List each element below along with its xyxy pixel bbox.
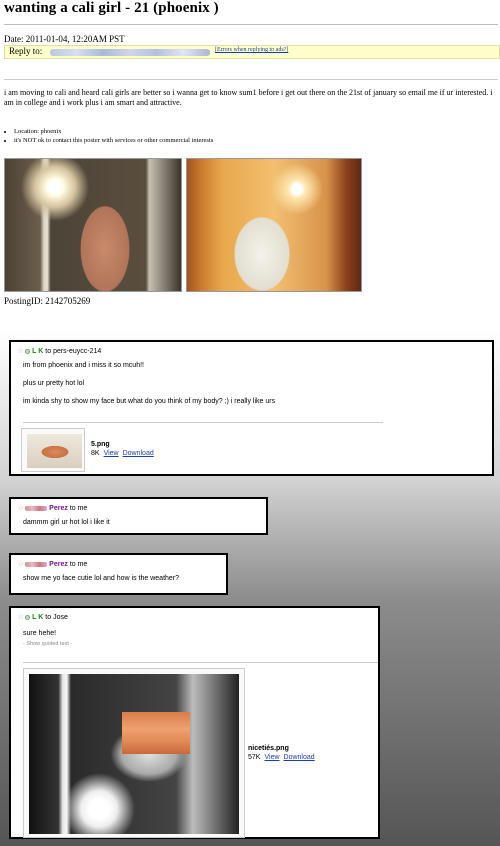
redacted-reply-email[interactable]	[50, 49, 210, 56]
email-message-4: ☆ L K to Jose sure hehe! - Show quoted te…	[9, 606, 380, 839]
attachment-image	[27, 434, 82, 468]
view-link[interactable]: View	[264, 754, 279, 761]
message-line: plus ur pretty hot lol	[23, 380, 85, 387]
download-link[interactable]: Download	[284, 754, 315, 761]
attachment-divider	[23, 422, 383, 423]
posting-title: wanting a cali girl - 21 (phoenix )	[4, 0, 219, 16]
attachment-info: nicetiés.png 57K View Download	[248, 744, 315, 762]
star-icon[interactable]: ☆	[17, 612, 24, 621]
attachment-filename: nicetiés.png	[248, 745, 289, 752]
message-line: show me yo face cutie lol and how is the…	[23, 575, 180, 582]
posting-date: Date: 2011-01-04, 12:20AM PST	[4, 34, 125, 44]
download-link[interactable]: Download	[123, 450, 154, 457]
star-icon[interactable]: ☆	[17, 559, 24, 568]
message-line: dammm girl ur hot lol i like it	[23, 519, 110, 526]
location-item: Location: phoenix	[14, 127, 213, 136]
attachment-divider	[23, 662, 378, 663]
sender-name[interactable]: L K	[32, 614, 43, 621]
message-line: im from phoenix and i miss it so mcuh!!	[23, 362, 144, 369]
posting-photo-1[interactable]	[4, 158, 182, 292]
show-quoted-text-link[interactable]: - Show quoted text -	[23, 641, 72, 647]
email-header: ☆ Perez to me	[17, 559, 87, 568]
attachment-thumbnail[interactable]	[21, 428, 85, 472]
posting-id: PostingID: 2142705269	[4, 296, 91, 306]
errors-replying-link[interactable]: [Errors when replying to ads?]	[215, 47, 288, 53]
sender-name[interactable]: L K	[32, 348, 43, 355]
posting-photo-2[interactable]	[186, 158, 362, 292]
email-header: ☆ L K to pers-euycc-214	[17, 346, 101, 355]
redacted-sender-name	[25, 561, 48, 567]
title-divider	[4, 24, 498, 25]
body-divider	[4, 79, 498, 80]
sender-name[interactable]: Perez	[49, 505, 68, 512]
attachment-filename: 5.png	[91, 441, 110, 448]
recipient: to me	[69, 505, 88, 512]
sender-name[interactable]: Perez	[49, 561, 68, 568]
status-dot-icon	[25, 348, 31, 354]
attachment-thumbnail[interactable]	[23, 668, 245, 838]
contact-policy-item: it's NOT ok to contact this poster with …	[14, 136, 213, 145]
recipient: to me	[69, 561, 88, 568]
status-dot-icon	[25, 614, 31, 620]
recipient: to Jose	[45, 614, 68, 621]
redacted-sender-name	[25, 505, 48, 511]
message-line: sure hehe!	[23, 630, 57, 637]
attachment-size: 8K	[91, 450, 100, 457]
attachment-info: 5.png 8K View Download	[91, 440, 154, 458]
email-header: ☆ L K to Jose	[17, 612, 68, 621]
recipient: to pers-euycc-214	[45, 348, 102, 355]
star-icon[interactable]: ☆	[17, 503, 24, 512]
attachment-size: 57K	[248, 754, 261, 761]
posting-body: i am moving to cali and heard cali girls…	[4, 88, 493, 107]
posting-details-list: Location: phoenix it's NOT ok to contact…	[4, 127, 213, 145]
reply-bar: Reply to: [Errors when replying to ads?]	[4, 45, 500, 59]
email-message-3: ☆ Perez to me show me yo face cutie lol a…	[9, 553, 228, 595]
email-header: ☆ Perez to me	[17, 503, 87, 512]
message-line: im kinda shy to show my face but what do…	[23, 398, 276, 405]
reply-label: Reply to:	[9, 46, 43, 56]
redaction-overlay	[122, 712, 190, 754]
view-link[interactable]: View	[104, 450, 119, 457]
email-message-1: ☆ L K to pers-euycc-214 im from phoenix a…	[9, 340, 494, 476]
star-icon[interactable]: ☆	[17, 346, 24, 355]
attachment-image	[29, 674, 239, 834]
email-message-2: ☆ Perez to me dammm girl ur hot lol i lik…	[9, 497, 268, 535]
